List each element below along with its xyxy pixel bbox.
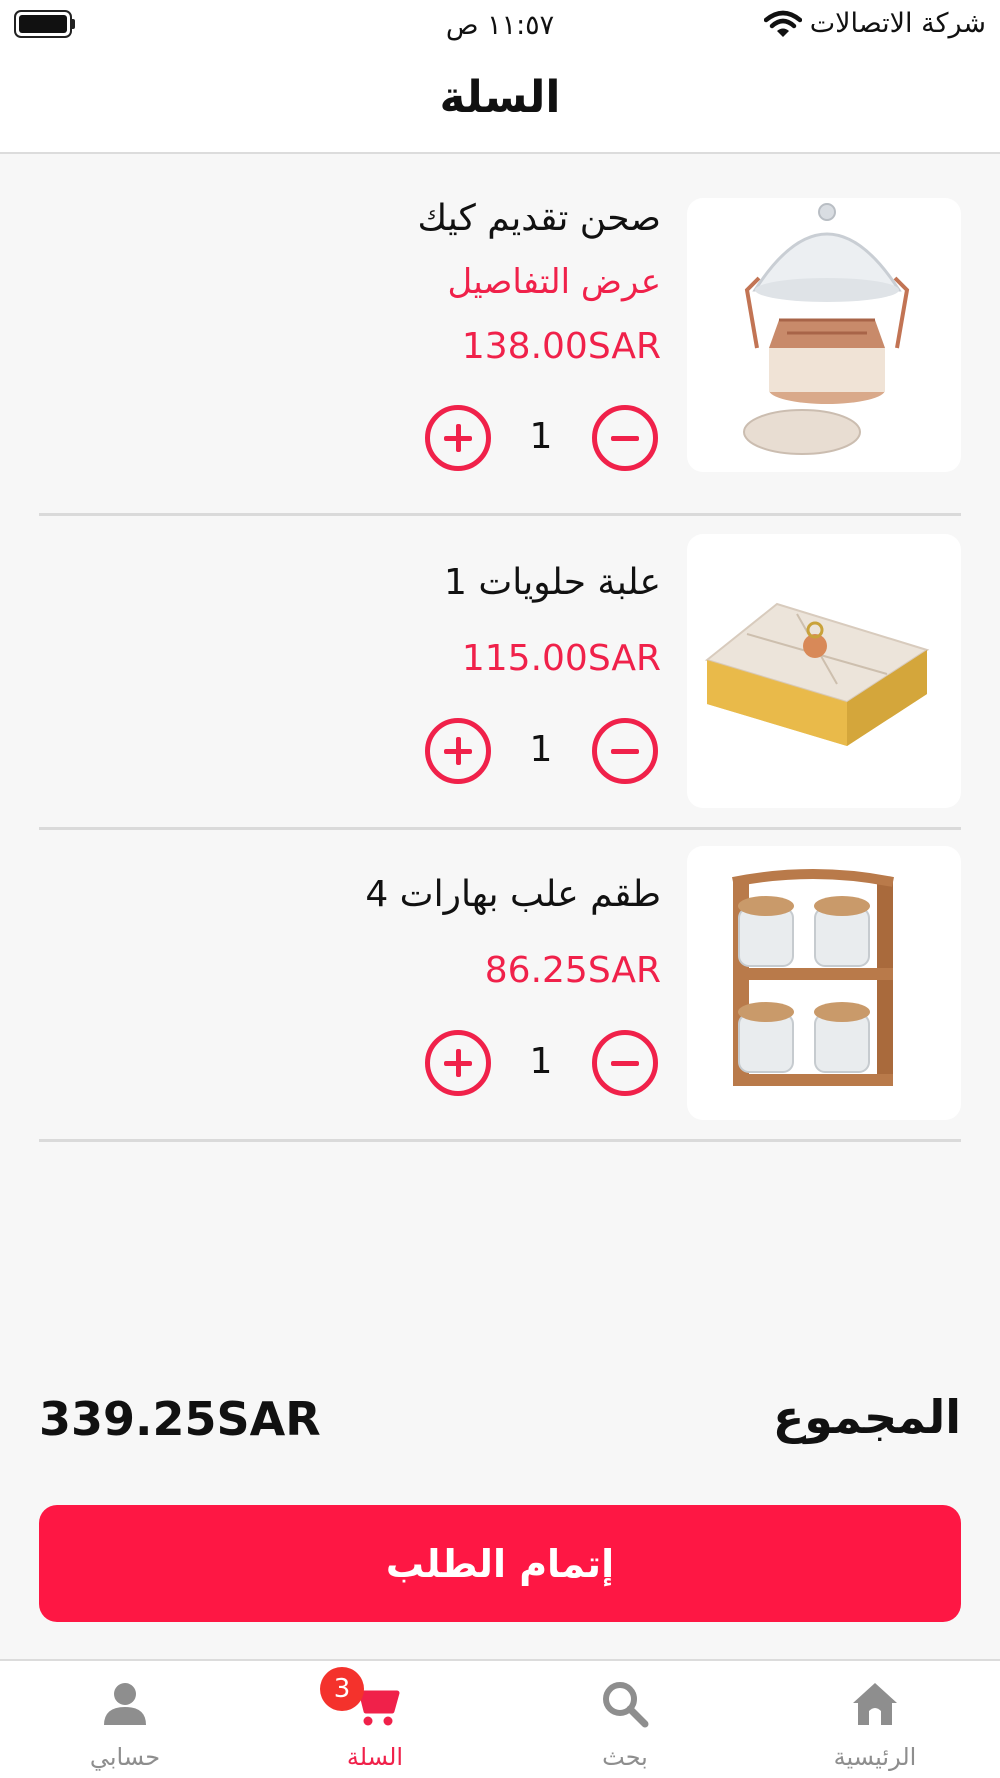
total-label: المجموع <box>772 1390 961 1444</box>
sweets-box-image[interactable] <box>687 534 961 808</box>
carrier-info: شركة الاتصالات <box>763 8 986 39</box>
cart-item: طقم علب بهارات 4 86.25SAR 1 <box>39 846 961 1142</box>
total-value: 339.25SAR <box>39 1392 321 1446</box>
item-quantity: 1 <box>529 416 553 457</box>
item-name: طقم علب بهارات 4 <box>365 874 661 915</box>
tab-search[interactable]: بحث <box>500 1661 750 1778</box>
item-name: علبة حلويات 1 <box>443 562 661 603</box>
decrease-quantity-button[interactable] <box>592 718 658 784</box>
search-icon <box>603 1682 649 1728</box>
person-icon <box>104 1683 146 1725</box>
cart-count-badge: 3 <box>320 1667 364 1711</box>
tab-label: الرئيسية <box>833 1743 917 1771</box>
tab-label: بحث <box>602 1743 648 1771</box>
status-time: ١١:٥٧ ص <box>445 10 555 41</box>
tab-cart[interactable]: 3 السلة <box>250 1661 500 1778</box>
nav-bar: السلة <box>0 50 1000 154</box>
increase-quantity-button[interactable] <box>425 1030 491 1096</box>
checkout-button[interactable]: إتمام الطلب <box>39 1505 961 1622</box>
item-quantity: 1 <box>529 1041 553 1082</box>
view-details-link[interactable]: عرض التفاصيل <box>261 262 661 302</box>
cart-item: صحن تقديم كيك عرض التفاصيل 138.00SAR 1 <box>39 198 961 516</box>
carrier-name: شركة الاتصالات <box>809 8 986 39</box>
tab-home[interactable]: الرئيسية <box>750 1661 1000 1778</box>
item-name: صحن تقديم كيك <box>417 198 661 239</box>
increase-quantity-button[interactable] <box>425 405 491 471</box>
decrease-quantity-button[interactable] <box>592 1030 658 1096</box>
battery-cap <box>72 19 75 29</box>
tab-account[interactable]: حسابي <box>0 1661 250 1778</box>
status-bar: ١١:٥٧ ص شركة الاتصالات <box>0 0 1000 50</box>
item-quantity: 1 <box>529 729 553 770</box>
decrease-quantity-button[interactable] <box>592 405 658 471</box>
page-title: السلة <box>439 72 561 123</box>
item-price: 86.25SAR <box>484 950 661 991</box>
battery-icon <box>14 10 72 38</box>
item-price: 115.00SAR <box>461 638 661 679</box>
increase-quantity-button[interactable] <box>425 718 491 784</box>
cart-item: علبة حلويات 1 115.00SAR 1 <box>39 534 961 830</box>
item-price: 138.00SAR <box>461 326 661 367</box>
tab-bar: حسابي 3 السلة بحث الرئيسية <box>0 1659 1000 1778</box>
tab-label: السلة <box>346 1743 404 1771</box>
checkout-button-label: إتمام الطلب <box>385 1541 615 1586</box>
home-icon <box>853 1683 897 1725</box>
wifi-icon <box>763 10 802 37</box>
tab-label: حسابي <box>89 1743 161 1771</box>
cake-stand-image[interactable] <box>687 198 961 472</box>
spice-jars-image[interactable] <box>687 846 961 1120</box>
